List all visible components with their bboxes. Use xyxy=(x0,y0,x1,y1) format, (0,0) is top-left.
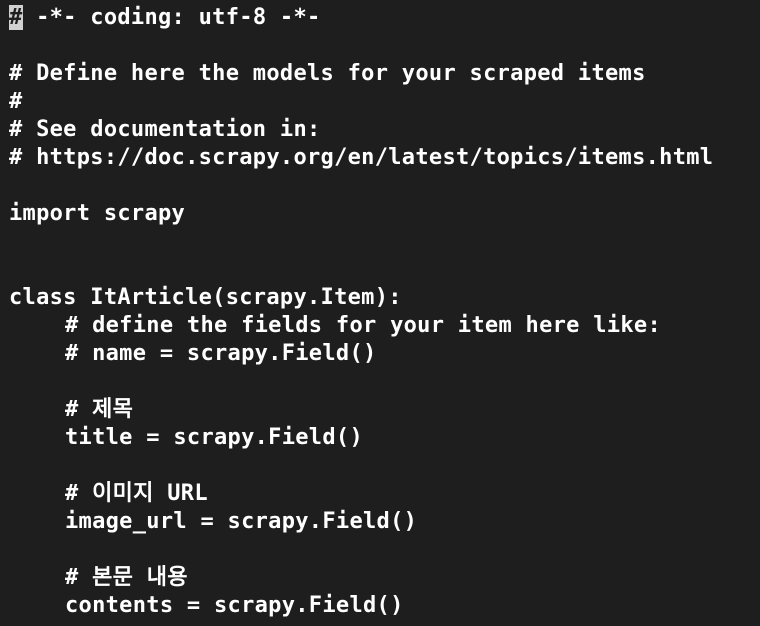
code-line-15: # 제목 xyxy=(0,396,760,424)
code-line-12: # define the fields for your item here l… xyxy=(0,312,760,340)
comment-text: # See documentation in: xyxy=(9,117,321,142)
field-definition: title = scrapy.Field() xyxy=(65,425,363,450)
field-definition: contents = scrapy.Field() xyxy=(65,593,404,618)
comment-text: # xyxy=(9,89,23,114)
class-definition: class ItArticle(scrapy.Item): xyxy=(9,285,402,310)
code-editor[interactable]: # -*- coding: utf-8 -*- # Define here th… xyxy=(0,0,760,626)
comment-text: # https://doc.scrapy.org/en/latest/topic… xyxy=(9,145,714,170)
comment-text: # name = scrapy.Field() xyxy=(65,341,377,366)
code-line-13: # name = scrapy.Field() xyxy=(0,340,760,368)
code-line-4: # xyxy=(0,88,760,116)
code-line-16: title = scrapy.Field() xyxy=(0,424,760,452)
code-line-text: -*- coding: utf-8 -*- xyxy=(22,5,321,30)
code-line-3: # Define here the models for your scrape… xyxy=(0,60,760,88)
field-definition: image_url = scrapy.Field() xyxy=(65,509,418,534)
code-line-18: # 이미지 URL xyxy=(0,480,760,508)
comment-text: # 본문 내용 xyxy=(65,565,188,590)
code-line-22: contents = scrapy.Field() xyxy=(0,592,760,620)
code-line-1: # -*- coding: utf-8 -*- xyxy=(0,4,760,32)
text-cursor: # xyxy=(9,5,23,30)
code-line-6: # https://doc.scrapy.org/en/latest/topic… xyxy=(0,144,760,172)
comment-text: # 제목 xyxy=(65,397,134,422)
code-line-11: class ItArticle(scrapy.Item): xyxy=(0,284,760,312)
code-line-19: image_url = scrapy.Field() xyxy=(0,508,760,536)
comment-text: # 이미지 URL xyxy=(65,481,208,506)
comment-text: # define the fields for your item here l… xyxy=(65,313,661,338)
comment-text: # Define here the models for your scrape… xyxy=(9,61,646,86)
import-statement: import scrapy xyxy=(9,201,186,226)
code-line-21: # 본문 내용 xyxy=(0,564,760,592)
code-line-8: import scrapy xyxy=(0,200,760,228)
code-line-5: # See documentation in: xyxy=(0,116,760,144)
